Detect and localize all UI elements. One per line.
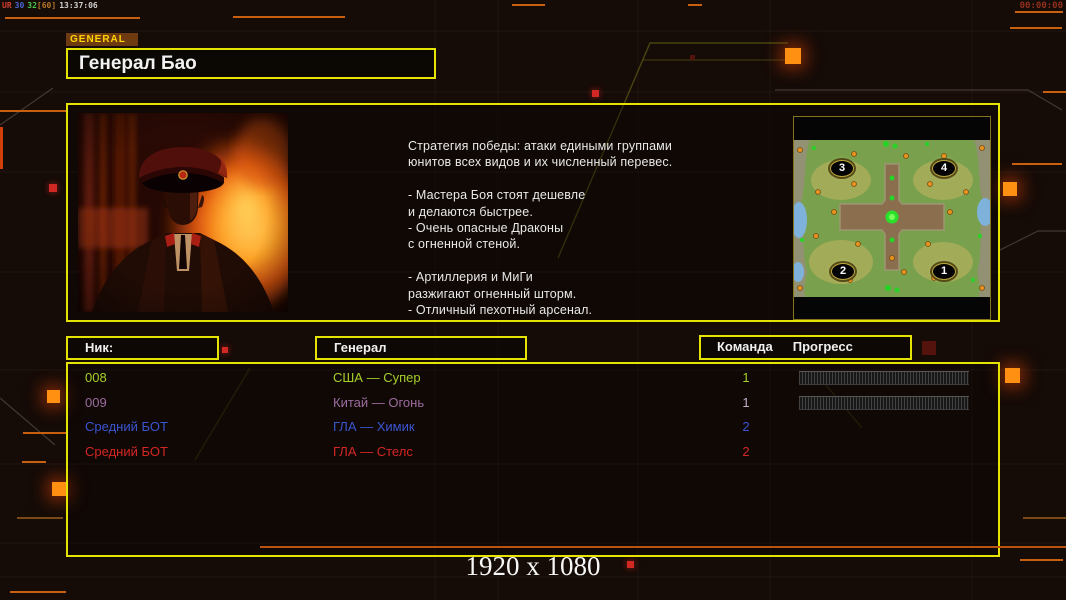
decoration-dash [1012,163,1062,165]
decoration-square [592,90,599,97]
strategy-text: Стратегия победы: атаки едиными группами… [408,138,738,318]
nick-header-label: Ник: [85,340,113,355]
progress-header-label: Прогресс [793,337,853,358]
player-general: ГЛА — Стелс [333,444,413,459]
fps-value-1: 30 [15,1,25,10]
decoration-square [52,482,66,496]
progress-bar [799,396,969,410]
players-table: 008 США — Супер 1 009 Китай — Огонь 1 Средний … [66,362,1000,557]
decoration-dash [1010,27,1062,29]
decoration-square [49,184,57,192]
general-title-box: Генерал Бао [66,48,436,79]
minimap-image [794,117,990,319]
loading-screen: UR3032[60]13:37:06 00:00:00 GENERAL Гене… [0,0,1066,600]
general-tab[interactable]: GENERAL [66,33,138,46]
briefing-panel: Стратегия победы: атаки едиными группами… [66,103,1000,322]
decoration-dash [0,110,66,112]
decoration-dash [233,16,345,18]
decoration-square [1003,182,1017,196]
fps-value-2: 32 [27,1,37,10]
decoration-dash [5,17,140,19]
player-nick: Средний БОТ [85,419,168,434]
decoration-dash [23,432,68,434]
player-team: 2 [736,444,756,459]
progress-bar [799,371,969,385]
decoration-square [922,341,936,355]
timer-underline [1015,11,1063,13]
general-header-label: Генерал [334,340,386,355]
start-position-3: 3 [830,160,854,177]
player-team: 1 [736,370,756,385]
decoration-dash [22,461,46,463]
decoration-dash [17,517,63,519]
column-header-team-progress: Команда Прогресс [699,335,912,360]
column-header-general: Генерал [315,336,527,360]
team-header-label: Команда [717,337,773,358]
player-general: Китай — Огонь [333,395,424,410]
resolution-underline [260,546,1066,548]
decoration-edge-strip [0,127,3,169]
decoration-dash [512,4,545,6]
player-nick: Средний БОТ [85,444,168,459]
table-row: Средний БОТ ГЛА — Стелс 2 [68,440,998,465]
match-timer: 00:00:00 [1020,1,1063,11]
decoration-square [690,55,695,60]
table-row: 009 Китай — Огонь 1 [68,391,998,416]
decoration-dash [688,4,702,6]
table-row: 008 США — Супер 1 [68,366,998,391]
decoration-square [785,48,801,64]
player-nick: 008 [85,370,107,385]
general-title: Генерал Бао [68,50,434,77]
resolution-label: 1920 x 1080 [0,551,1066,582]
general-portrait-image [78,113,288,312]
decoration-square [47,390,60,403]
player-team: 2 [736,419,756,434]
general-portrait [78,113,288,312]
decoration-dash [1023,517,1066,519]
player-rows: 008 США — Супер 1 009 Китай — Огонь 1 Средний … [68,366,998,464]
decoration-square [222,347,228,353]
player-team: 1 [736,395,756,410]
decoration-dash [10,591,66,593]
player-general: США — Супер [333,370,421,385]
start-position-2: 2 [831,263,855,280]
column-header-nick: Ник: [66,336,219,360]
fps-label: UR [2,1,12,10]
decoration-square [1005,368,1020,383]
start-position-1: 1 [932,263,956,280]
decoration-dash [1043,91,1066,93]
fps-overlay: UR3032[60]13:37:06 [2,1,101,10]
player-general: ГЛА — Химик [333,419,415,434]
overlay-time: 13:37:06 [59,1,98,10]
table-row: Средний БОТ ГЛА — Химик 2 [68,415,998,440]
player-nick: 009 [85,395,107,410]
minimap: 3 4 2 1 [793,116,991,320]
fps-limit: [60] [37,1,56,10]
start-position-4: 4 [932,160,956,177]
